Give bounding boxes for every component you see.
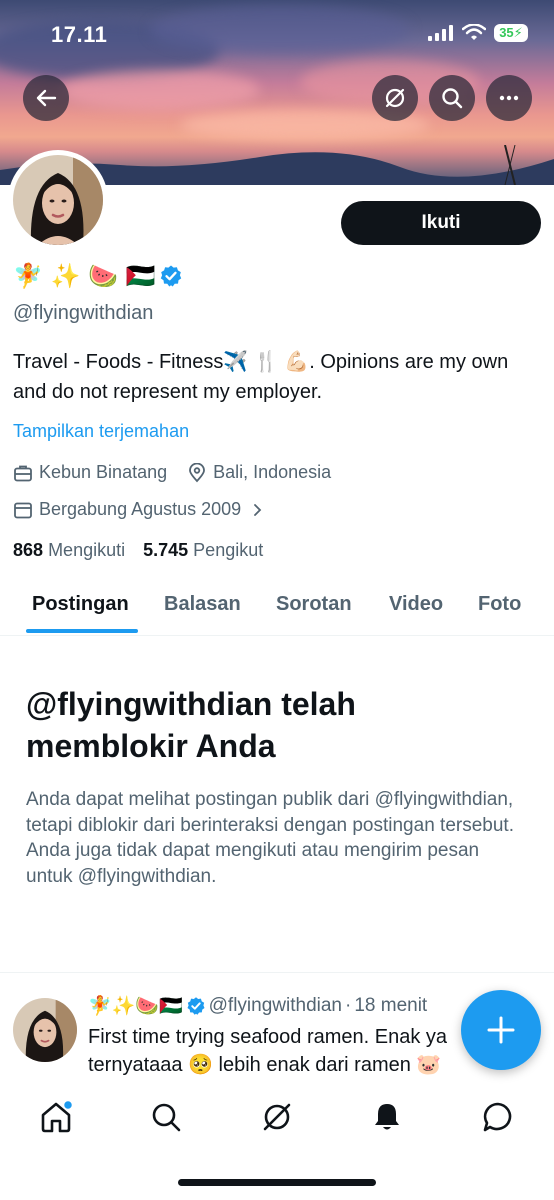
signal-icon (428, 25, 453, 41)
home-indicator (178, 1179, 376, 1186)
status-time: 17.11 (51, 22, 108, 47)
location-pin-icon (189, 462, 206, 482)
following-stat[interactable]: 868 Mengikuti (13, 540, 125, 561)
wifi-icon (462, 24, 486, 40)
status-bar: 17.11 35⚡ (0, 0, 554, 70)
translate-link[interactable]: Tampilkan terjemahan (13, 421, 189, 442)
more-button[interactable] (486, 75, 532, 121)
follow-stats: 868 Mengikuti 5.745 Pengikut (13, 540, 263, 561)
profile-handle: @flyingwithdian (13, 302, 154, 324)
nav-home[interactable] (36, 1097, 76, 1137)
tab-photos[interactable]: Foto (478, 593, 521, 616)
active-tab-indicator (26, 629, 138, 633)
verified-badge-icon (187, 996, 205, 1015)
tweet-handle[interactable]: @flyingwithdian (209, 995, 342, 1017)
blocked-title: @flyingwithdian telah memblokir Anda (26, 686, 356, 764)
search-icon (152, 1103, 181, 1132)
messages-icon (483, 1102, 512, 1132)
divider (0, 972, 554, 973)
briefcase-icon (14, 465, 32, 481)
display-name: 🧚 ✨ 🍉 🇵🇸 (13, 262, 183, 290)
more-icon (499, 95, 519, 101)
tab-posts[interactable]: Postingan (32, 593, 129, 616)
bottom-navigation (0, 1085, 554, 1200)
verified-badge-icon[interactable] (159, 264, 183, 288)
profile-bio: Travel - Foods - Fitness✈️ 🍴 💪🏻. Opinion… (13, 351, 509, 403)
tweet-author-emojis[interactable]: 🧚✨🍉🇵🇸 (88, 994, 183, 1017)
grok-button[interactable] (372, 75, 418, 121)
arrow-left-icon (36, 89, 57, 107)
tweet-separator: · (345, 994, 352, 1016)
compose-post-button[interactable] (461, 990, 541, 1070)
tab-replies[interactable]: Balasan (164, 593, 241, 616)
profile-joined-date: Bergabung Agustus 2009 (39, 499, 242, 519)
follow-button[interactable]: Ikuti (341, 201, 541, 245)
chevron-right-icon (254, 503, 262, 516)
search-button[interactable] (429, 75, 475, 121)
nav-notifications[interactable] (367, 1097, 407, 1137)
tab-video[interactable]: Video (389, 593, 443, 616)
grok-icon (385, 88, 405, 108)
tab-highlights[interactable]: Sorotan (276, 593, 352, 616)
profile-meta-row: Kebun Binatang Bali, Indonesia (13, 462, 331, 483)
calendar-icon (14, 502, 32, 518)
search-icon (442, 88, 463, 109)
joined-row[interactable]: Bergabung Agustus 2009 (13, 499, 265, 520)
profile-avatar[interactable] (8, 150, 108, 250)
profile-category[interactable]: Kebun Binatang (39, 462, 167, 483)
tweet-header: 🧚✨🍉🇵🇸 @flyingwithdian · 18 menit (88, 994, 428, 1018)
followers-stat[interactable]: 5.745 Pengikut (143, 540, 263, 561)
tweet-avatar[interactable] (13, 998, 77, 1062)
avatar-image (13, 155, 103, 245)
back-button[interactable] (23, 75, 69, 121)
profile-location: Bali, Indonesia (213, 462, 332, 482)
nav-messages[interactable] (478, 1097, 518, 1137)
battery-indicator: 35⚡ (494, 24, 528, 42)
blocked-description: Anda dapat melihat postingan publik dari… (26, 789, 514, 887)
grok-icon (263, 1103, 291, 1131)
display-name-emojis: 🧚 ✨ 🍉 🇵🇸 (13, 262, 156, 290)
tweet-time: 18 menit (354, 994, 428, 1016)
nav-grok[interactable] (257, 1097, 297, 1137)
profile-tabs: Postingan Balasan Sorotan Video Foto (0, 585, 554, 636)
home-icon (41, 1100, 73, 1133)
nav-search[interactable] (146, 1097, 186, 1137)
notifications-icon (375, 1104, 399, 1130)
tweet-avatar-image (13, 998, 77, 1062)
plus-icon (487, 1016, 515, 1044)
